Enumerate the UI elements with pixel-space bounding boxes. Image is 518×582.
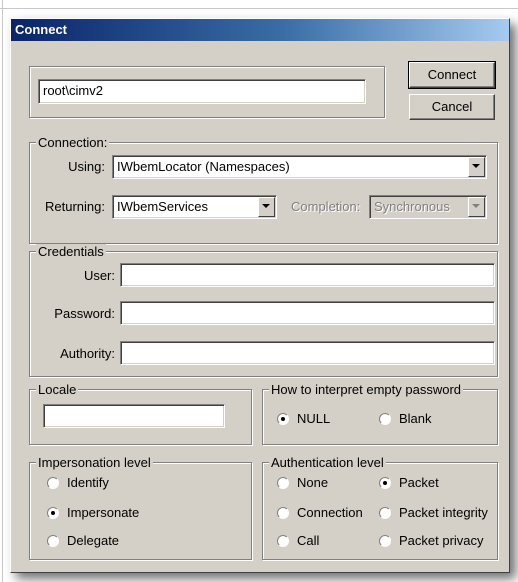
radio-packet-label: Packet: [399, 475, 439, 490]
window-title: Connect: [15, 22, 67, 37]
radio-delegate-label: Delegate: [67, 533, 120, 548]
radio-delegate[interactable]: Delegate: [47, 533, 207, 549]
radio-identify[interactable]: Identify: [47, 475, 207, 491]
radio-button-icon[interactable]: [379, 507, 391, 519]
completion-select[interactable]: Synchronous: [369, 195, 487, 219]
password-input[interactable]: [120, 301, 495, 325]
completion-value: Synchronous: [374, 199, 450, 214]
radio-blank[interactable]: Blank: [379, 411, 459, 427]
radio-packet[interactable]: Packet: [379, 475, 491, 491]
chevron-down-icon[interactable]: [468, 197, 485, 217]
radio-null-label: NULL: [297, 411, 331, 426]
returning-select[interactable]: IWbemServices: [112, 195, 277, 219]
radio-call-label: Call: [297, 533, 320, 548]
authentication-legend: Authentication level: [269, 455, 386, 470]
completion-label: Completion:: [291, 199, 361, 214]
radio-button-icon[interactable]: [277, 507, 289, 519]
radio-impersonate-label: Impersonate: [67, 505, 140, 520]
radio-none-label: None: [297, 475, 329, 490]
radio-packet-privacy[interactable]: Packet privacy: [379, 533, 493, 549]
radio-button-icon[interactable]: [379, 535, 391, 547]
radio-connection[interactable]: Connection: [277, 505, 377, 521]
background-line: [2, 0, 3, 582]
namespace-value: root\cimv2: [43, 83, 103, 98]
user-label: User:: [83, 268, 115, 283]
radio-connection-label: Connection: [297, 505, 363, 520]
radio-button-icon[interactable]: [379, 477, 391, 489]
radio-packet-integrity-label: Packet integrity: [399, 505, 488, 520]
radio-null[interactable]: NULL: [277, 411, 357, 427]
empty-password-legend: How to interpret empty password: [269, 382, 464, 397]
user-input[interactable]: [120, 263, 495, 287]
authority-input[interactable]: [120, 341, 495, 365]
returning-value: IWbemServices: [117, 199, 209, 214]
chevron-down-icon[interactable]: [468, 157, 485, 177]
radio-button-icon[interactable]: [379, 413, 391, 425]
credentials-legend: Credentials: [36, 244, 106, 259]
radio-identify-label: Identify: [67, 475, 109, 490]
using-value: IWbemLocator (Namespaces): [117, 159, 290, 174]
connect-dialog: Connect root\cimv2 Connect Cancel Connec…: [10, 18, 510, 573]
title-bar[interactable]: Connect: [11, 19, 509, 41]
radio-button-icon[interactable]: [277, 477, 289, 489]
cancel-button[interactable]: Cancel: [409, 94, 495, 120]
radio-blank-label: Blank: [399, 411, 432, 426]
radio-button-icon[interactable]: [47, 507, 59, 519]
radio-packet-integrity[interactable]: Packet integrity: [379, 505, 493, 521]
namespace-input[interactable]: root\cimv2: [38, 79, 366, 104]
chevron-down-icon[interactable]: [258, 197, 275, 217]
authority-label: Authority:: [60, 346, 115, 361]
radio-packet-privacy-label: Packet privacy: [399, 533, 484, 548]
radio-button-icon[interactable]: [47, 535, 59, 547]
radio-impersonate[interactable]: Impersonate: [47, 505, 207, 521]
radio-button-icon[interactable]: [277, 535, 289, 547]
connect-button[interactable]: Connect: [408, 61, 496, 89]
impersonation-legend: Impersonation level: [36, 455, 153, 470]
using-label: Using:: [68, 159, 105, 174]
connection-legend: Connection:: [36, 135, 110, 150]
radio-button-icon[interactable]: [277, 413, 289, 425]
locale-legend: Locale: [36, 382, 79, 397]
radio-call[interactable]: Call: [277, 533, 377, 549]
returning-label: Returning:: [45, 199, 105, 214]
using-select[interactable]: IWbemLocator (Namespaces): [112, 155, 487, 179]
radio-none[interactable]: None: [277, 475, 377, 491]
locale-input[interactable]: [43, 404, 225, 428]
password-label: Password:: [54, 306, 115, 321]
radio-button-icon[interactable]: [47, 477, 59, 489]
background-line: [0, 8, 518, 9]
